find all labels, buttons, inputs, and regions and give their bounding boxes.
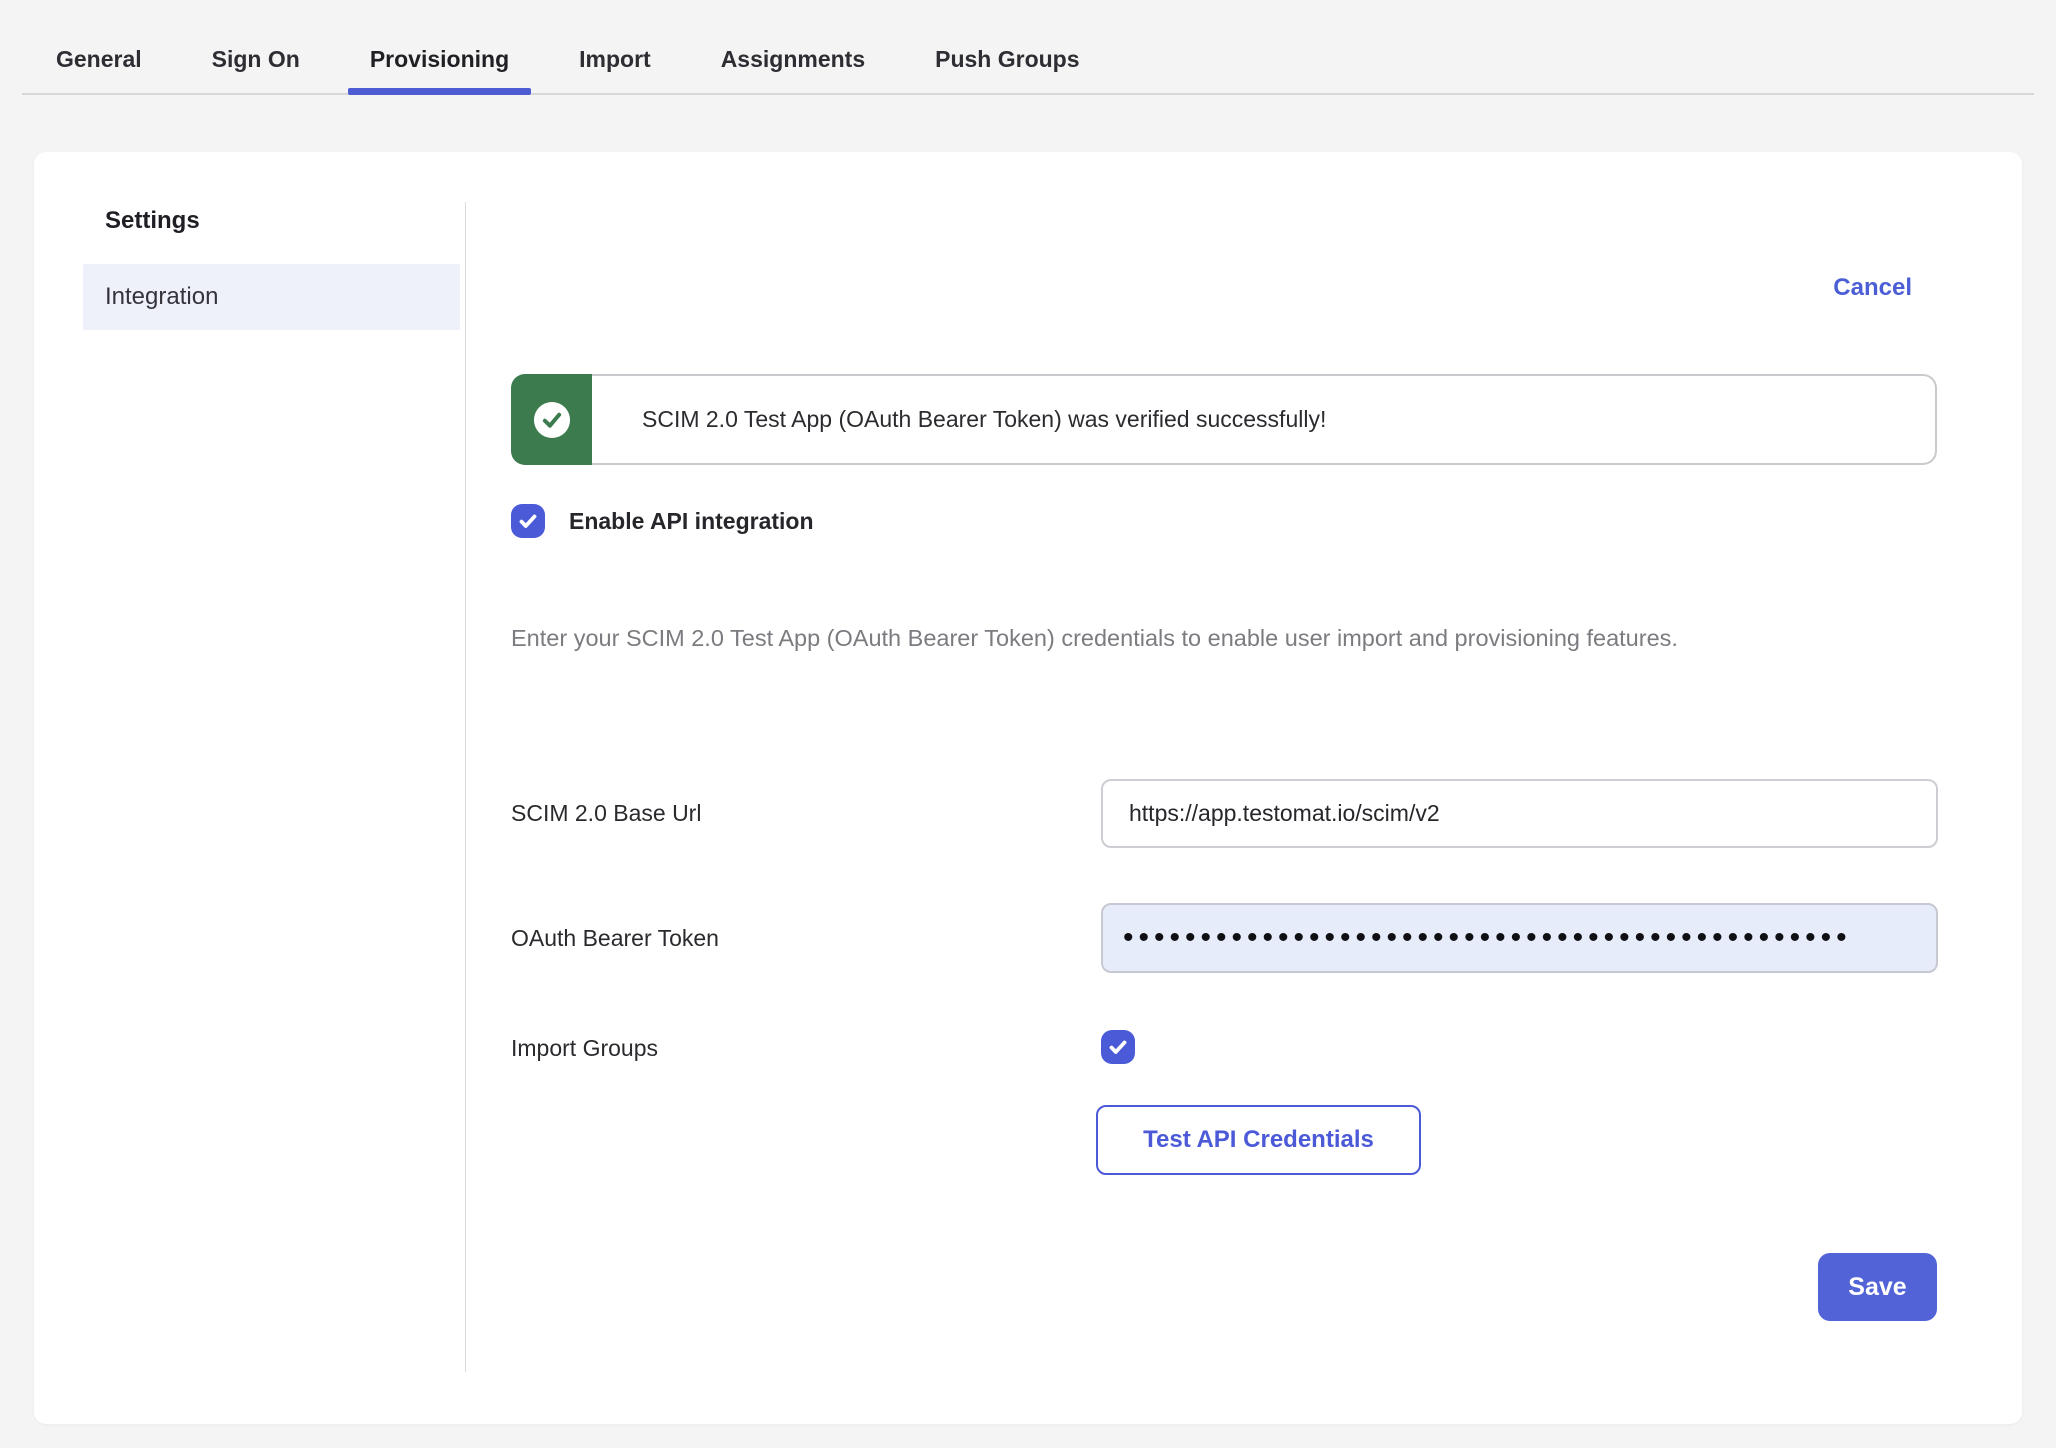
token-input[interactable] (1101, 903, 1938, 973)
banner-message-area: SCIM 2.0 Test App (OAuth Bearer Token) w… (592, 374, 1937, 465)
banner-icon-block (511, 374, 592, 465)
import-groups-label: Import Groups (511, 1030, 658, 1066)
tab-general[interactable]: General (34, 24, 164, 95)
tab-assignments[interactable]: Assignments (699, 24, 887, 95)
save-button[interactable]: Save (1818, 1253, 1937, 1321)
enable-api-row: Enable API integration (511, 504, 814, 538)
check-circle-icon (533, 401, 571, 439)
enable-api-label: Enable API integration (569, 508, 814, 535)
checkmark-icon (1106, 1035, 1130, 1059)
base-url-input[interactable] (1101, 779, 1938, 848)
banner-message: SCIM 2.0 Test App (OAuth Bearer Token) w… (642, 406, 1326, 433)
checkmark-icon (516, 509, 540, 533)
tab-sign-on[interactable]: Sign On (190, 24, 322, 95)
tab-import[interactable]: Import (557, 24, 673, 95)
sidebar-divider (465, 202, 466, 1372)
app-tabbar: General Sign On Provisioning Import Assi… (0, 0, 2056, 95)
provisioning-card: Settings Integration Cancel SCIM 2.0 Tes… (34, 152, 2022, 1424)
cancel-button[interactable]: Cancel (1833, 274, 1912, 302)
sidebar-item-label: Integration (105, 283, 218, 311)
success-banner: SCIM 2.0 Test App (OAuth Bearer Token) w… (511, 374, 1937, 465)
base-url-label: SCIM 2.0 Base Url (511, 779, 701, 848)
tab-push-groups[interactable]: Push Groups (913, 24, 1101, 95)
token-label: OAuth Bearer Token (511, 903, 719, 973)
tab-provisioning[interactable]: Provisioning (348, 24, 531, 95)
credentials-description: Enter your SCIM 2.0 Test App (OAuth Bear… (511, 614, 1951, 662)
sidebar-title: Settings (105, 207, 200, 235)
test-api-credentials-button[interactable]: Test API Credentials (1096, 1105, 1421, 1175)
enable-api-checkbox[interactable] (511, 504, 545, 538)
import-groups-checkbox[interactable] (1101, 1030, 1135, 1064)
sidebar-item-integration[interactable]: Integration (83, 264, 460, 330)
